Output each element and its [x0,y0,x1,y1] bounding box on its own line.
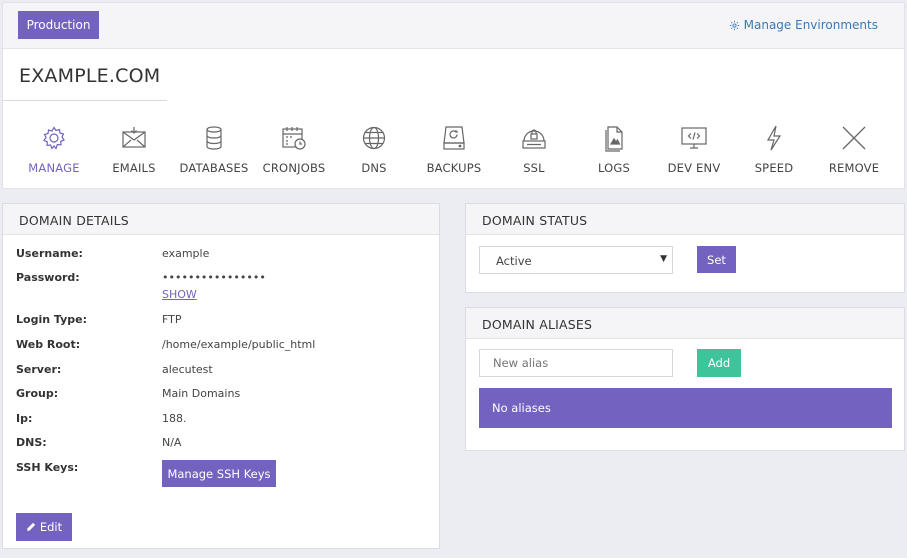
password-masked: •••••••••••••••• [162,271,266,284]
detail-label: Password: [16,271,80,284]
toolbar-label-remove: REMOVE [828,161,880,175]
pencil-icon [27,522,36,531]
detail-label: Username: [16,247,83,260]
detail-value: Main Domains [162,387,241,400]
domain-status-panel: DOMAIN STATUS Active ▼ Set [465,203,905,293]
page-title: EXAMPLE.COM [19,65,161,87]
toolbar-label-logs: LOGS [597,161,631,175]
title-divider [3,100,167,101]
lock-drive-icon [522,129,546,149]
lightning-icon [766,125,782,151]
detail-label: Login Type: [16,313,87,326]
domain-header-card: Production Manage Environments EXAMPLE.C… [2,2,905,189]
production-environment-button[interactable]: Production [18,11,99,39]
edit-button[interactable]: Edit [16,513,72,541]
toolbar-item-databases[interactable]: DATABASES [174,121,254,175]
caret-down-icon: ▼ [660,254,667,264]
toolbar-label-ssl: SSL [523,161,545,175]
show-password-link[interactable]: SHOW [162,288,197,301]
toolbar-label-backups: BACKUPS [426,161,482,175]
hard-drive-restore-icon [443,126,465,150]
toolbar-item-speed[interactable]: SPEED [734,121,814,175]
toolbar-item-backups[interactable]: BACKUPS [414,121,494,175]
toolbar-item-logs[interactable]: LOGS [574,121,654,175]
detail-value: FTP [162,313,182,326]
status-select-value: Active [496,254,532,268]
detail-value: N/A [162,436,182,449]
detail-label: SSH Keys: [16,461,79,474]
database-icon [206,126,222,150]
toolbar-label-speed: SPEED [754,161,794,175]
detail-label: Ip: [16,412,33,425]
status-select[interactable]: Active ▼ [479,246,673,274]
toolbar-item-dns[interactable]: DNS [334,121,414,175]
toolbar-label-dns: DNS [361,161,387,175]
toolbar-label-emails: EMAILS [112,161,156,175]
toolbar-item-manage[interactable]: MANAGE [14,121,94,175]
detail-value: alecutest [162,363,213,376]
gear-icon [43,126,65,150]
toolbar-item-ssl[interactable]: SSL [494,121,574,175]
detail-value: example [162,247,210,260]
detail-label: Web Root: [16,338,81,351]
domain-details-panel: DOMAIN DETAILS Username: example Passwor… [2,203,440,549]
manage-ssh-keys-button[interactable]: Manage SSH Keys [162,460,276,487]
domain-toolbar: MANAGE EMAILS DATABASES CRONJOBS DNS BAC… [3,121,904,181]
set-status-button[interactable]: Set [697,246,736,273]
edit-button-label: Edit [39,520,63,534]
domain-aliases-panel: DOMAIN ALIASES Add No aliases [465,307,905,451]
manage-environments-link[interactable]: Manage Environments [729,18,878,32]
toolbar-label-databases: DATABASES [179,161,249,175]
toolbar-label-manage: MANAGE [28,161,80,175]
x-icon [842,126,866,150]
environment-bar: Production Manage Environments [3,3,904,49]
add-alias-button[interactable]: Add [697,349,741,377]
domain-aliases-heading: DOMAIN ALIASES [466,308,904,339]
calendar-clock-icon [282,127,306,150]
domain-status-heading: DOMAIN STATUS [466,204,904,235]
aliases-empty-message: No aliases [479,388,892,428]
toolbar-item-emails[interactable]: EMAILS [94,121,174,175]
toolbar-label-dev-env: DEV ENV [667,161,721,175]
toolbar-item-cronjobs[interactable]: CRONJOBS [254,121,334,175]
globe-icon [362,126,386,150]
document-icon [605,126,623,152]
new-alias-input[interactable] [479,349,673,377]
envelope-icon [122,127,146,148]
domain-details-heading: DOMAIN DETAILS [3,204,439,235]
toolbar-item-dev-env[interactable]: DEV ENV [654,121,734,175]
code-monitor-icon [681,127,707,149]
detail-value: 188. [162,412,187,425]
toolbar-label-cronjobs: CRONJOBS [262,161,326,175]
detail-label: Group: [16,387,59,400]
detail-value: /home/example/public_html [162,338,316,351]
toolbar-item-remove[interactable]: REMOVE [814,121,894,175]
gear-icon [729,20,739,30]
manage-environments-label: Manage Environments [743,18,878,32]
detail-label: Server: [16,363,62,376]
detail-label: DNS: [16,436,47,449]
